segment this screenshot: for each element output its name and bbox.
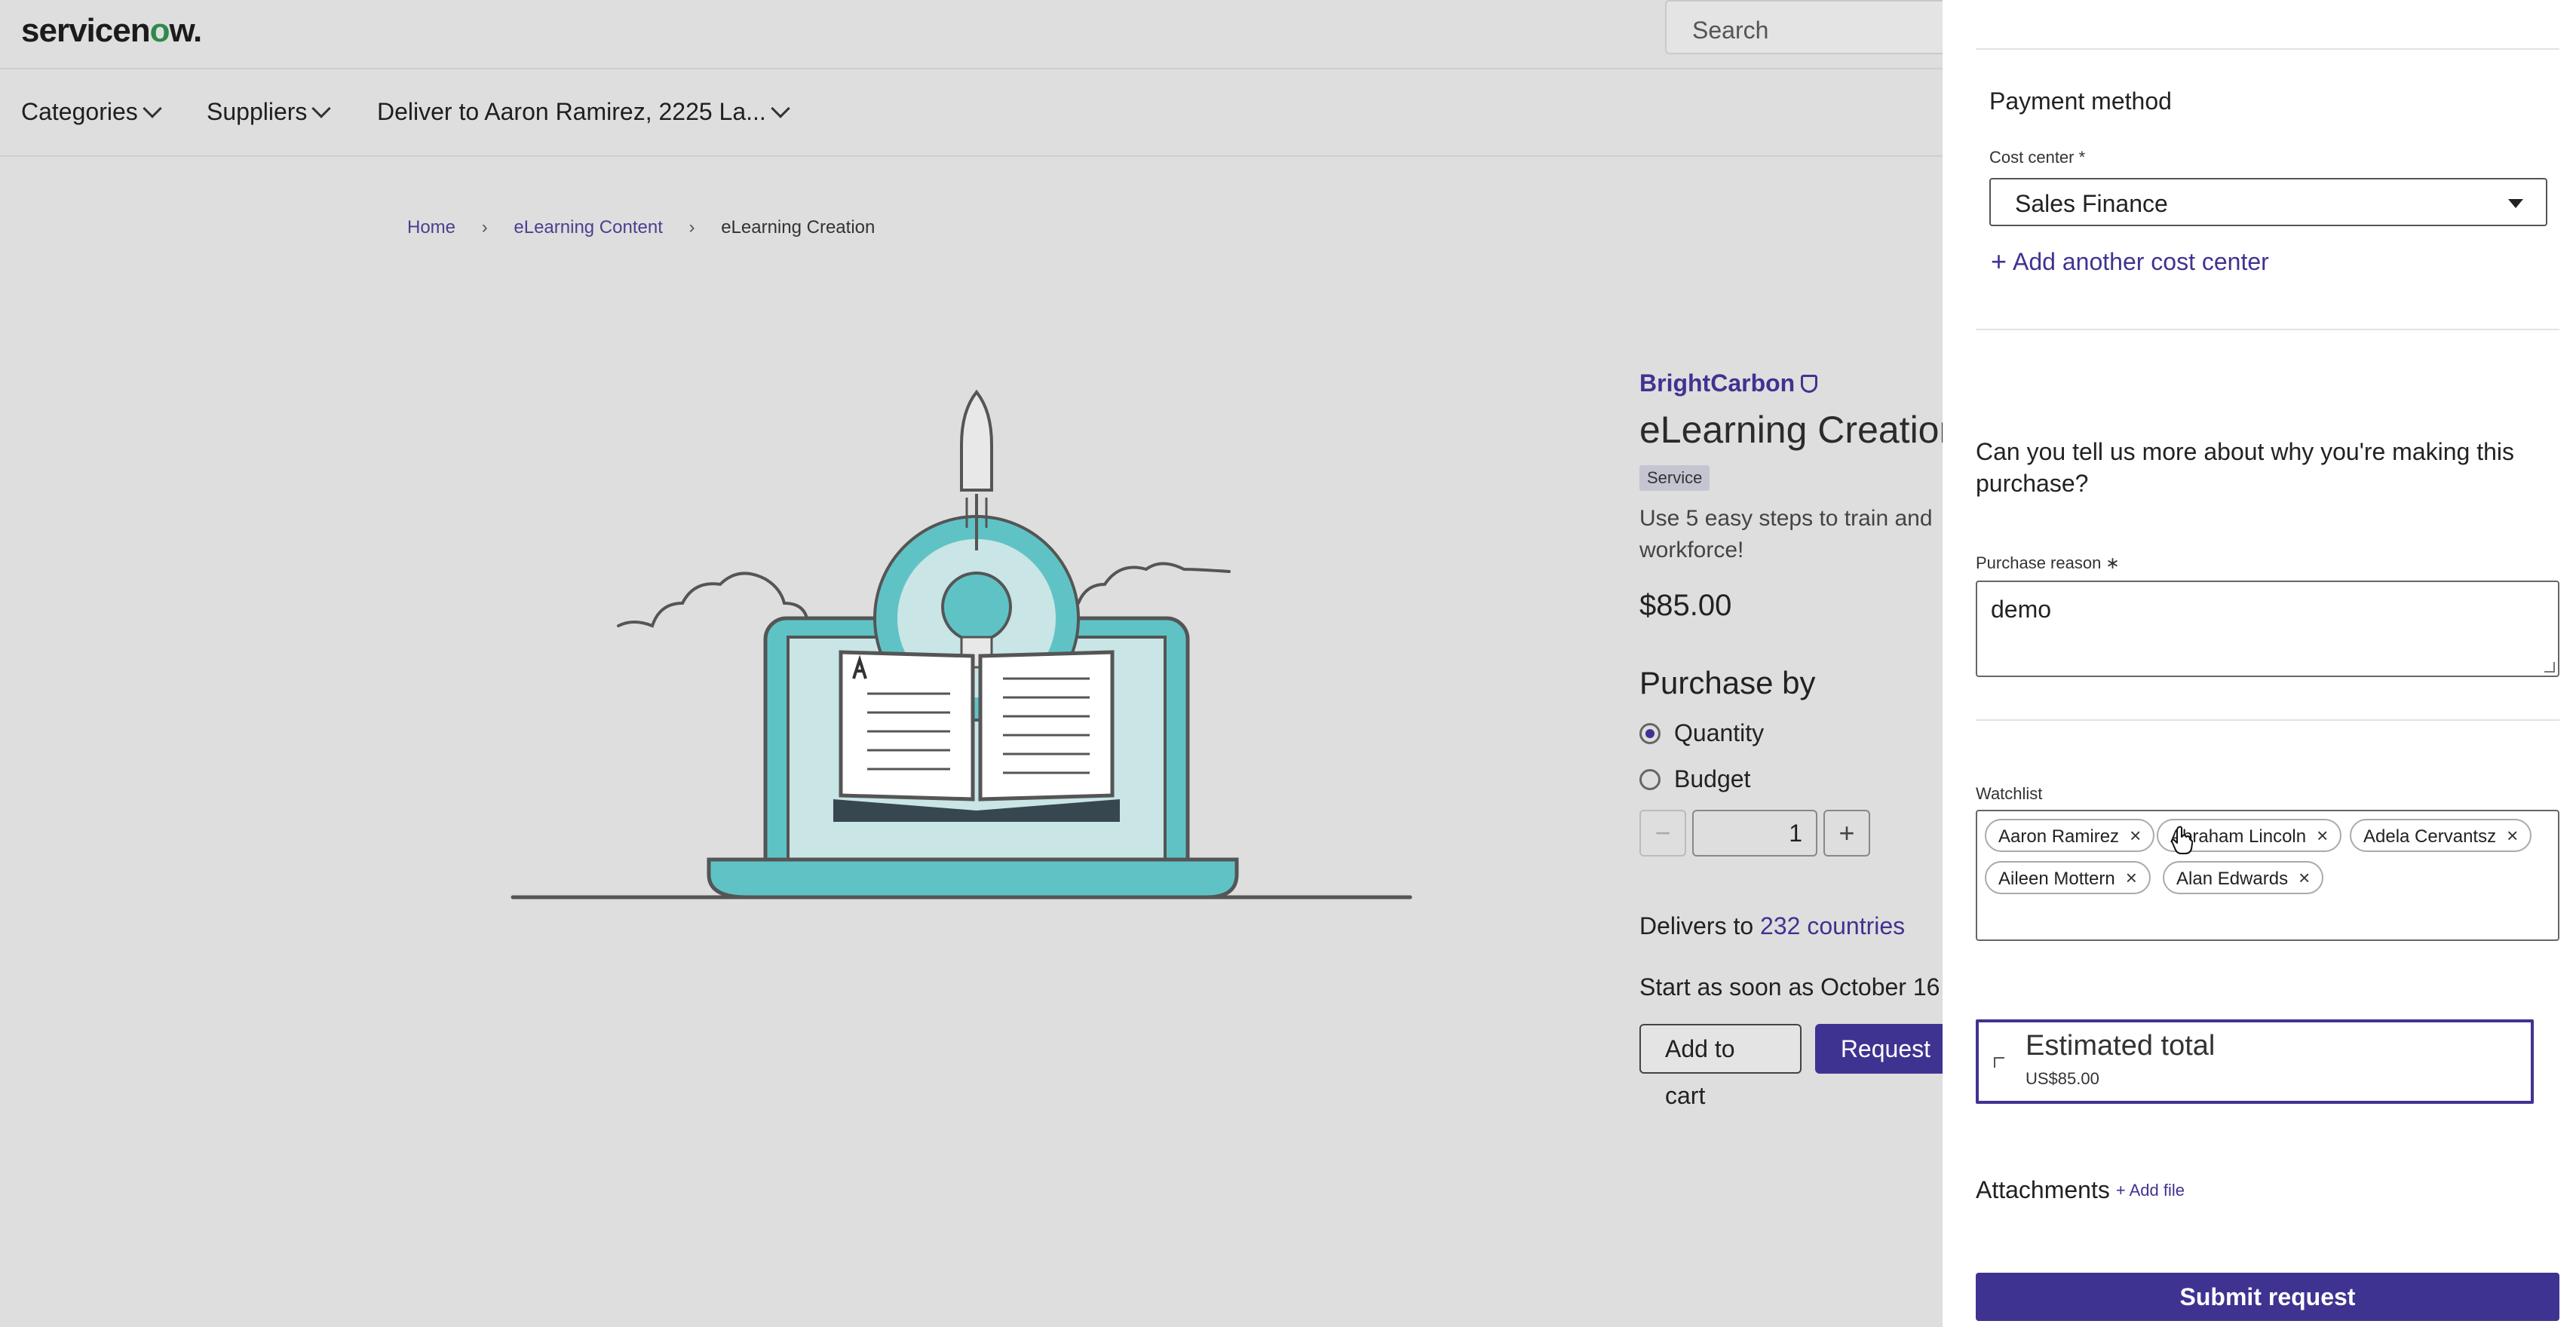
- logo-text-dot: o: [149, 12, 170, 49]
- caret-down-icon: [2508, 199, 2523, 208]
- request-button[interactable]: Request: [1814, 1024, 1943, 1074]
- estimated-total-value: US$85.00: [2026, 1069, 2099, 1088]
- checkout-panel: Payment method Cost center * Sales Finan…: [1943, 0, 2576, 1327]
- product-price: $85.00: [1639, 589, 1732, 622]
- product-actions: Add to cart Request: [1639, 1024, 1943, 1109]
- close-icon[interactable]: ×: [2317, 824, 2328, 847]
- category-nav: Categories Suppliers Deliver to Aaron Ra…: [0, 71, 1943, 157]
- close-icon[interactable]: ×: [2507, 824, 2518, 847]
- delivers-prefix: Delivers to: [1639, 912, 1754, 939]
- logo-text-suffix: w.: [169, 12, 202, 49]
- plus-icon: +: [1991, 246, 2007, 277]
- chevron-down-icon: [143, 99, 162, 118]
- cost-center-select[interactable]: Sales Finance: [1989, 178, 2547, 226]
- storefront-page: servicenow. Search Categories Suppliers …: [0, 0, 1943, 1327]
- breadcrumb-current: eLearning Creation: [721, 217, 876, 238]
- purchase-reason-label: Purchase reason ∗: [1976, 553, 2120, 572]
- resize-handle-icon[interactable]: [2544, 662, 2555, 673]
- cost-center-label: Cost center *: [1989, 148, 2086, 167]
- start-date: Start as soon as October 16: [1639, 973, 1940, 1001]
- breadcrumb: Home › eLearning Content › eLearning Cre…: [407, 217, 875, 238]
- servicenow-logo[interactable]: servicenow.: [21, 12, 202, 50]
- product-illustration: [511, 389, 1412, 899]
- nav-deliver-to-label: Deliver to Aaron Ramirez, 2225 La...: [377, 98, 766, 125]
- chevron-down-icon: [311, 99, 332, 118]
- breadcrumb-home[interactable]: Home: [407, 217, 455, 238]
- chevron-down-icon: [771, 99, 790, 118]
- countries-link[interactable]: 232 countries: [1760, 912, 1905, 939]
- chip-label: Aaron Ramirez: [1998, 826, 2120, 847]
- radio-selected-icon: [1639, 722, 1661, 744]
- product-type-badge: Service: [1639, 465, 1710, 491]
- chip-label: Adela Cervantsz: [2363, 826, 2497, 847]
- purchase-reason-value: demo: [1991, 596, 2052, 623]
- attachments-label: Attachments: [1976, 1176, 2110, 1203]
- nav-deliver-to[interactable]: Deliver to Aaron Ramirez, 2225 La...: [377, 98, 790, 126]
- cost-center-value: Sales Finance: [2015, 190, 2168, 217]
- breadcrumb-separator: ›: [481, 217, 488, 238]
- vendor-label: BrightCarbon: [1639, 369, 1796, 397]
- nav-suppliers[interactable]: Suppliers: [207, 98, 332, 126]
- close-icon[interactable]: ×: [2130, 824, 2141, 847]
- add-cost-center-label: Add another cost center: [2013, 247, 2269, 275]
- description-line: Use 5 easy steps to train and: [1639, 506, 1933, 531]
- description-line: workforce!: [1639, 538, 1744, 562]
- quantity-stepper: − 1 +: [1639, 810, 1943, 857]
- search-placeholder: Search: [1692, 17, 1769, 44]
- chip-label: Aileen Mottern: [1998, 869, 2115, 889]
- purchase-by-heading: Purchase by: [1639, 665, 1816, 700]
- watchlist-chip[interactable]: Aileen Mottern ×: [1985, 861, 2151, 894]
- watchlist-label: Watchlist: [1976, 784, 2043, 803]
- hand-cursor-icon: [2171, 826, 2193, 854]
- add-file-link[interactable]: + Add file: [2116, 1181, 2185, 1200]
- radio-budget[interactable]: Budget: [1639, 765, 1943, 793]
- estimated-total-label: Estimated total: [2026, 1030, 2216, 1062]
- verified-shield-icon: [1801, 375, 1818, 393]
- logo-text-prefix: servicen: [21, 12, 151, 49]
- watchlist-chip[interactable]: Alan Edwards ×: [2163, 861, 2324, 894]
- vendor-name[interactable]: BrightCarbon: [1639, 369, 1943, 397]
- decrement-button[interactable]: −: [1639, 810, 1686, 857]
- divider: [1976, 48, 2559, 50]
- breadcrumb-separator: ›: [688, 217, 695, 238]
- add-to-cart-button[interactable]: Add to cart: [1639, 1024, 1802, 1109]
- close-icon[interactable]: ×: [2126, 866, 2137, 889]
- delivers-to: Delivers to 232 countries: [1639, 912, 1943, 940]
- purchase-question: Can you tell us more about why you're ma…: [1976, 438, 2515, 497]
- chip-label: Alan Edwards: [2176, 869, 2289, 889]
- watchlist-chip[interactable]: Aaron Ramirez ×: [1985, 819, 2155, 852]
- divider: [1976, 719, 2559, 721]
- radio-budget-label: Budget: [1674, 765, 1751, 792]
- purchase-reason-input[interactable]: demo: [1976, 581, 2559, 677]
- radio-quantity[interactable]: Quantity: [1639, 719, 1943, 747]
- product-title: eLearning Creation: [1639, 409, 1943, 451]
- product-description: Use 5 easy steps to train and workforce!: [1639, 503, 1943, 566]
- expand-icon: [1994, 1057, 2004, 1068]
- close-icon[interactable]: ×: [2298, 866, 2310, 889]
- estimated-total-box[interactable]: Estimated total US$85.00: [1976, 1019, 2534, 1104]
- nav-categories[interactable]: Categories: [21, 98, 162, 126]
- radio-quantity-label: Quantity: [1674, 719, 1765, 746]
- submit-request-button[interactable]: Submit request: [1976, 1273, 2559, 1321]
- nav-suppliers-label: Suppliers: [207, 98, 308, 125]
- search-input[interactable]: Search: [1665, 0, 1943, 54]
- nav-categories-label: Categories: [21, 98, 138, 125]
- quantity-input[interactable]: 1: [1692, 810, 1817, 857]
- radio-unselected-icon: [1639, 768, 1661, 790]
- add-cost-center-link[interactable]: + Add another cost center: [1991, 246, 2269, 277]
- product-details: BrightCarbon eLearning Creation Service …: [1639, 369, 1943, 1109]
- payment-method-heading: Payment method: [1989, 87, 2172, 115]
- divider: [1976, 329, 2559, 330]
- increment-button[interactable]: +: [1823, 810, 1870, 857]
- breadcrumb-category[interactable]: eLearning Content: [514, 217, 662, 238]
- watchlist-input[interactable]: Aaron Ramirez × Abraham Lincoln × Adela Ce…: [1976, 810, 2559, 941]
- top-bar: servicenow. Search: [0, 0, 1943, 69]
- watchlist-chip[interactable]: Adela Cervantsz ×: [2350, 819, 2532, 852]
- attachments-section: Attachments + Add file: [1976, 1176, 2185, 1204]
